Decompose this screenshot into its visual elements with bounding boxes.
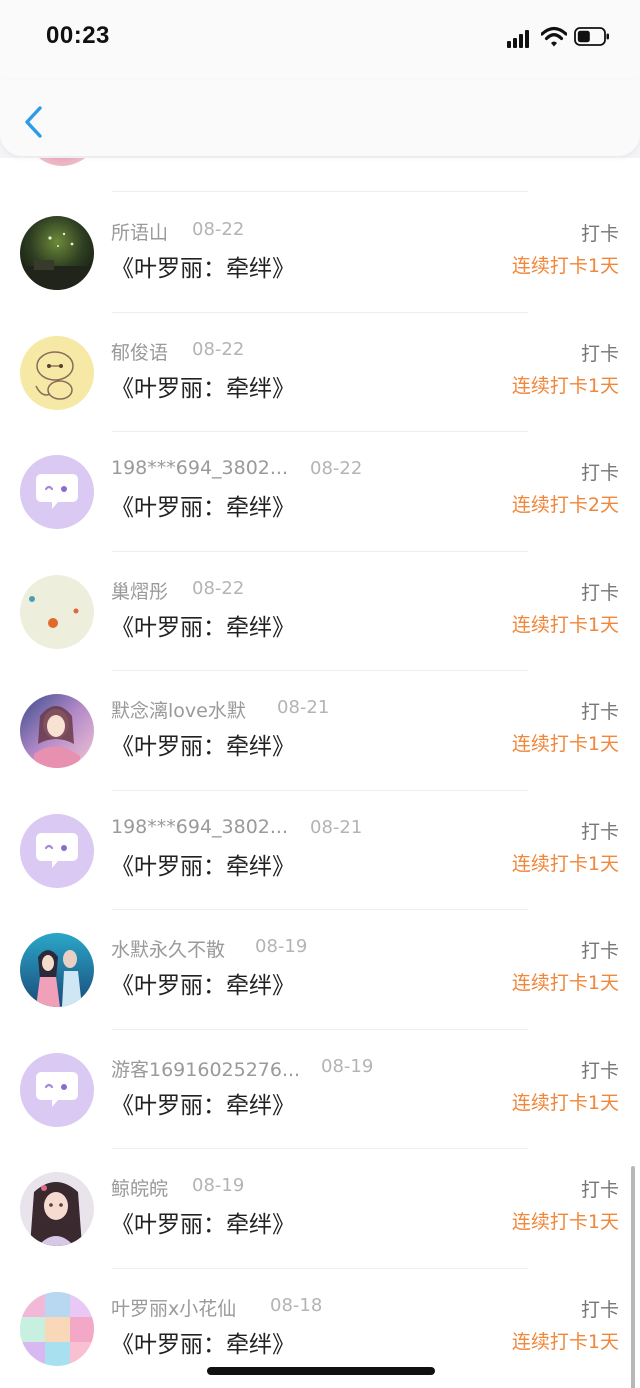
avatar	[20, 1172, 94, 1246]
list-item[interactable]: 水默永久不散 08-19 《叶罗丽：牵绊》 打卡 连续打卡1天	[0, 910, 640, 1029]
avatar	[20, 694, 94, 768]
user-name: 巢熠彤	[111, 580, 169, 603]
streak-label: 连续打卡1天	[511, 852, 619, 875]
list-item[interactable]: 198***694_3802... 08-22 《叶罗丽：牵绊》 打卡 连续打卡…	[0, 432, 640, 551]
avatar	[20, 335, 94, 410]
cellular-signal-icon	[507, 30, 533, 48]
checkin-label: 打卡	[580, 581, 619, 604]
nav-bar	[0, 80, 640, 156]
list-item[interactable]: 鲸皖皖 08-19 《叶罗丽：牵绊》 打卡 连续打卡1天	[0, 1149, 640, 1268]
streak-label: 连续打卡1天	[511, 1091, 619, 1114]
user-name: 水默永久不散	[111, 939, 226, 961]
list-item[interactable]: 郁俊语 08-22 《叶罗丽：牵绊》 打卡 连续打卡1天	[0, 313, 640, 432]
checkin-date: 08-22	[192, 577, 245, 599]
avatar	[20, 933, 94, 1007]
back-chevron-icon[interactable]	[20, 104, 50, 140]
user-name: 郁俊语	[111, 341, 169, 364]
book-title: 《叶罗丽：牵绊》	[111, 256, 295, 282]
wifi-icon	[541, 26, 567, 47]
checkin-date: 08-19	[321, 1055, 374, 1077]
list-item[interactable]: 巢熠彤 08-22 《叶罗丽：牵绊》 打卡 连续打卡1天	[0, 552, 640, 671]
book-title: 《叶罗丽：牵绊》	[111, 1092, 295, 1119]
checkin-label: 打卡	[580, 820, 619, 843]
book-title: 《叶罗丽：牵绊》	[111, 495, 295, 521]
book-title: 《叶罗丽：牵绊》	[111, 1212, 295, 1238]
avatar	[20, 216, 94, 290]
streak-label: 连续打卡2天	[511, 494, 619, 516]
status-time: 00:23	[46, 22, 110, 49]
checkin-date: 08-21	[310, 816, 363, 838]
checkin-label: 打卡	[580, 1059, 619, 1082]
user-name: 游客16916025276...	[111, 1058, 301, 1081]
avatar	[25, 158, 99, 166]
user-name: 198***694_3802...	[111, 815, 289, 838]
checkin-date: 08-21	[277, 697, 330, 718]
avatar	[20, 1291, 94, 1366]
home-indicator	[207, 1367, 435, 1375]
checkin-list[interactable]: 所语山 08-22 《叶罗丽：牵绊》 打卡 连续打卡1天 郁俊语 08-22 《…	[0, 158, 640, 1388]
streak-label: 连续打卡1天	[511, 1330, 619, 1353]
streak-label: 连续打卡1天	[511, 1211, 619, 1233]
user-name: 鲸皖皖	[111, 1178, 169, 1200]
checkin-label: 打卡	[580, 1179, 619, 1201]
checkin-label: 打卡	[580, 223, 619, 245]
status-bar: 00:23	[0, 0, 640, 80]
checkin-date: 08-19	[255, 936, 308, 957]
default-avatar-chat-icon	[20, 813, 94, 888]
streak-label: 连续打卡1天	[511, 613, 619, 636]
book-title: 《叶罗丽：牵绊》	[111, 614, 295, 641]
book-title: 《叶罗丽：牵绊》	[111, 973, 295, 999]
scrollbar[interactable]	[631, 1166, 635, 1388]
checkin-date: 08-18	[270, 1294, 323, 1316]
list-item[interactable]: 游客16916025276... 08-19 《叶罗丽：牵绊》 打卡 连续打卡1…	[0, 1030, 640, 1149]
divider	[112, 191, 528, 192]
streak-label: 连续打卡1天	[511, 972, 619, 994]
streak-label: 连续打卡1天	[511, 733, 619, 755]
list-item[interactable]: 所语山 08-22 《叶罗丽：牵绊》 打卡 连续打卡1天	[0, 193, 640, 312]
book-title: 《叶罗丽：牵绊》	[111, 734, 295, 760]
default-avatar-chat-icon	[20, 1052, 94, 1127]
checkin-label: 打卡	[580, 940, 619, 962]
streak-label: 连续打卡1天	[511, 255, 619, 277]
checkin-date: 08-19	[192, 1175, 245, 1196]
list-item[interactable]: 默念漓love水默 08-21 《叶罗丽：牵绊》 打卡 连续打卡1天	[0, 671, 640, 790]
checkin-date: 08-22	[192, 219, 245, 240]
avatar	[20, 574, 94, 649]
book-title: 《叶罗丽：牵绊》	[111, 375, 295, 402]
checkin-date: 08-22	[310, 458, 363, 479]
checkin-label: 打卡	[580, 462, 619, 484]
checkin-date: 08-22	[192, 338, 245, 360]
default-avatar-chat-icon	[20, 455, 94, 529]
book-title: 《叶罗丽：牵绊》	[111, 853, 295, 880]
checkin-label: 打卡	[580, 1298, 619, 1321]
user-name: 叶罗丽x小花仙	[111, 1297, 237, 1320]
checkin-label: 打卡	[580, 701, 619, 723]
user-name: 默念漓love水默	[111, 700, 246, 722]
checkin-label: 打卡	[580, 342, 619, 365]
user-name: 所语山	[111, 222, 169, 244]
user-name: 198***694_3802...	[111, 457, 289, 479]
streak-label: 连续打卡1天	[511, 374, 619, 397]
list-item[interactable]: 198***694_3802... 08-21 《叶罗丽：牵绊》 打卡 连续打卡…	[0, 791, 640, 910]
battery-icon	[574, 27, 609, 46]
book-title: 《叶罗丽：牵绊》	[111, 1331, 295, 1358]
